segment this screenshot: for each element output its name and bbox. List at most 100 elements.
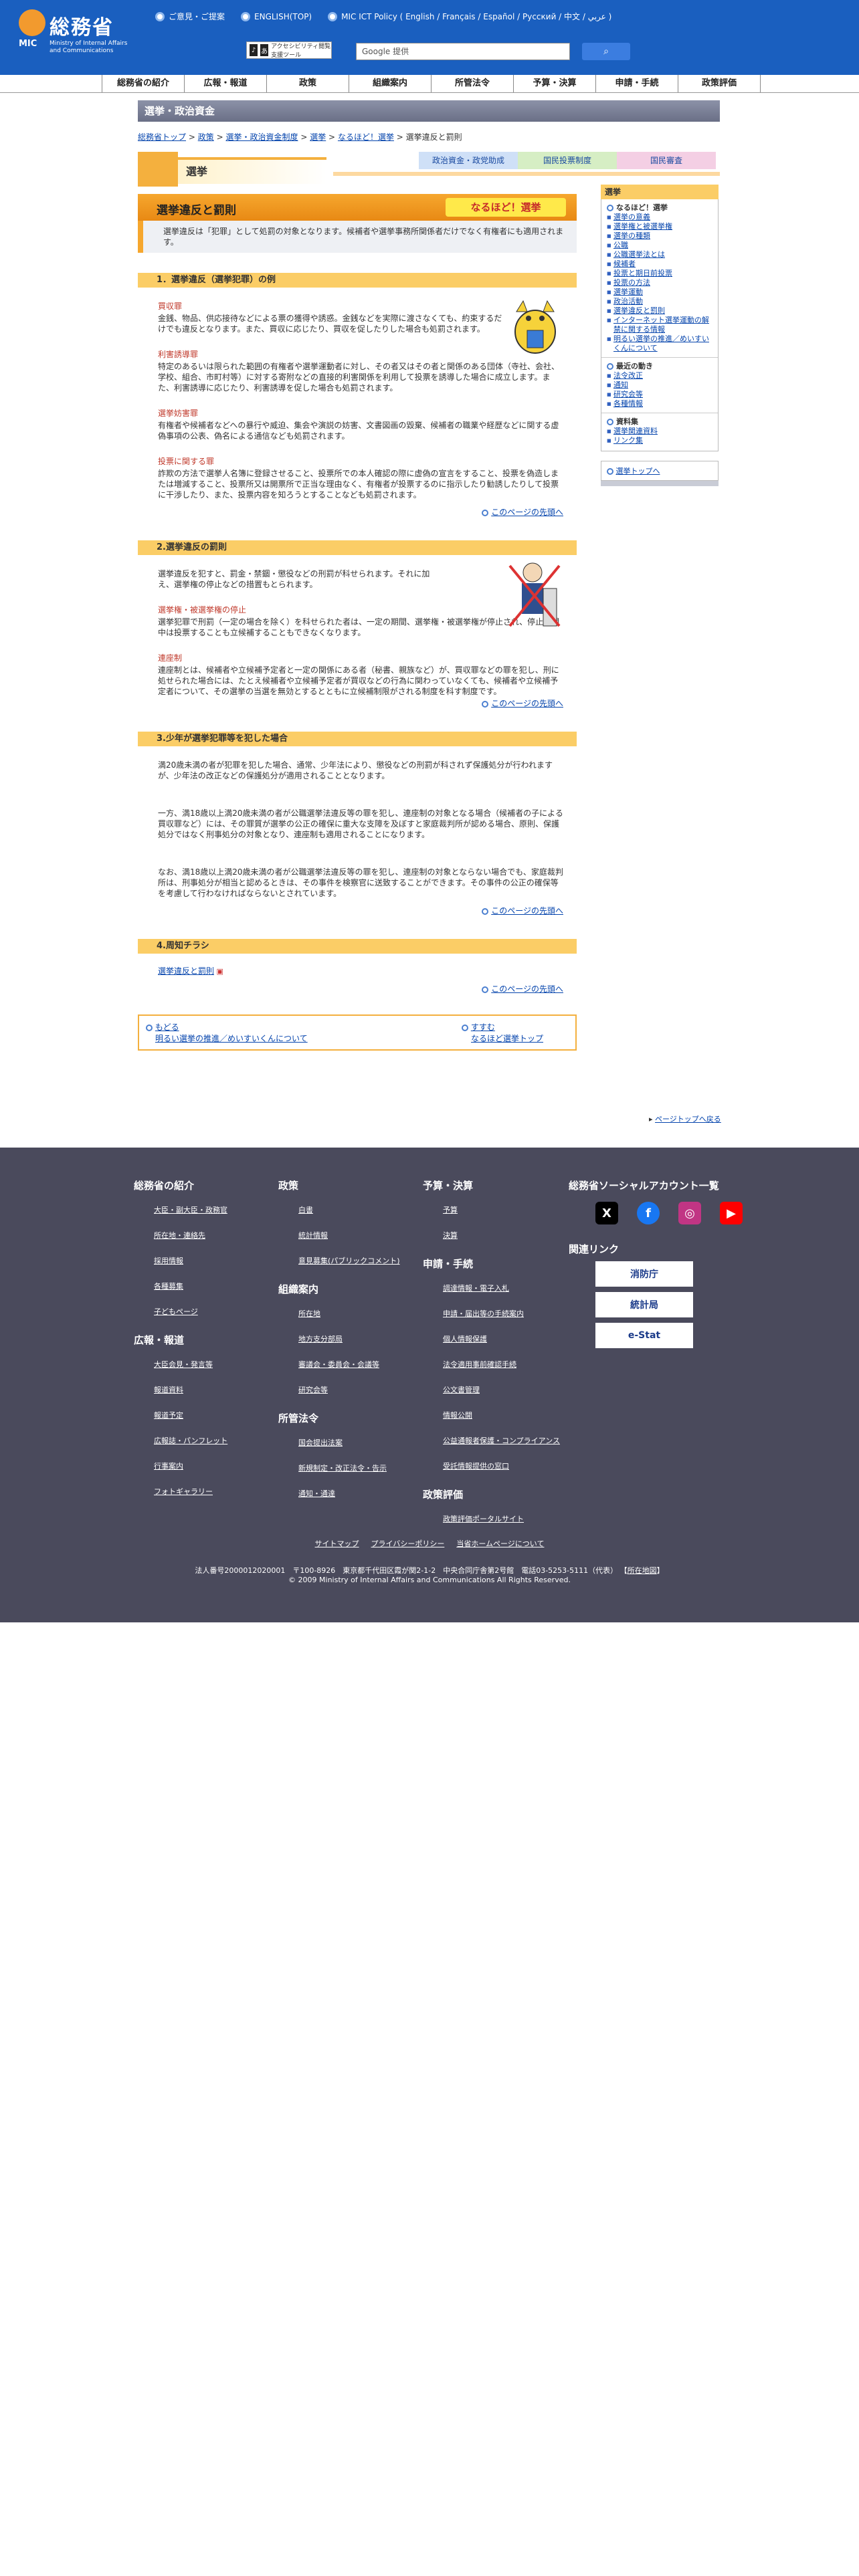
footer-link[interactable]: 報道資料 [154,1384,227,1395]
pagetop-link[interactable]: このページの先頭へ [158,507,563,518]
nav-item-evaluation[interactable]: 政策評価 [678,75,761,92]
footer-link[interactable]: 公文書管理 [443,1384,560,1395]
sidebar-item[interactable]: 選挙の意義 [607,213,712,222]
nav-item-about[interactable]: 総務省の紹介 [102,75,184,92]
footer-link[interactable]: 国会提出法案 [298,1437,400,1448]
sidebar-item[interactable]: 法令改正 [607,371,712,381]
facebook-icon[interactable]: f [637,1202,660,1224]
tab-referendum[interactable]: 国民投票制度 [518,152,617,169]
footer-link[interactable]: 各種募集 [154,1281,227,1291]
footer-link[interactable]: 受託情報提供の窓口 [443,1461,560,1471]
sidebar-item[interactable]: 研究会等 [607,390,712,399]
footer-link[interactable]: 広報誌・パンフレット [154,1435,227,1446]
footer-link[interactable]: 報道予定 [154,1410,227,1420]
youtube-icon[interactable]: ▶ [720,1202,743,1224]
sidebar-item[interactable]: 選挙関連資料 [607,427,712,436]
search-button[interactable]: ⌕ [582,43,630,60]
related-link-stat[interactable]: 統計局 [595,1292,693,1317]
prev-page-link[interactable]: 明るい選挙の推進／めいすいくんについて [155,1034,308,1043]
about-site-link[interactable]: 当省ホームページについて [456,1538,544,1549]
sidebar-item[interactable]: 明るい選挙の推進／めいすいくんについて [607,334,712,353]
next-nav[interactable]: すすむ なるほど選挙トップ [462,1021,569,1044]
footer-link[interactable]: 予算 [443,1204,560,1215]
header-link-english[interactable]: ENGLISH(TOP) [241,11,312,22]
breadcrumb-election-system[interactable]: 選挙・政治資金制度 [225,132,298,142]
footer-link[interactable]: 大臣・副大臣・政務官 [154,1204,227,1215]
related-link-fdma[interactable]: 消防庁 [595,1261,693,1287]
x-icon[interactable]: X [595,1202,618,1224]
site-logo[interactable]: 総務省 MIC Ministry of Internal Affairs and… [16,8,143,55]
accessibility-tools-button[interactable]: ♪ あ アクセシビリティ閲覧支援ツール [246,41,332,59]
nav-item-laws[interactable]: 所管法令 [431,75,513,92]
nav-item-pr[interactable]: 広報・報道 [184,75,266,92]
nav-item-organization[interactable]: 組織案内 [349,75,431,92]
footer-link[interactable]: 情報公開 [443,1410,560,1420]
breadcrumb-election[interactable]: 選挙 [310,132,326,142]
nav-item-budget[interactable]: 予算・決算 [513,75,595,92]
nav-item-policy[interactable]: 政策 [266,75,349,92]
tab-political-funds[interactable]: 政治資金・政党助成 [419,152,518,169]
sidebar-bottom-bar [601,481,719,486]
pagetop-link[interactable]: このページの先頭へ [158,905,563,916]
prev-nav[interactable]: もどる 明るい選挙の推進／めいすいくんについて [146,1021,347,1044]
footer-link[interactable]: 個人情報保護 [443,1333,560,1344]
footer-link[interactable]: 採用情報 [154,1255,227,1266]
footer-link[interactable]: 統計情報 [298,1230,400,1241]
pagetop-link[interactable]: このページの先頭へ [158,984,563,994]
sidebar-item[interactable]: 各種情報 [607,399,712,409]
footer-link[interactable]: 意見募集(パブリックコメント) [298,1255,400,1266]
footer-link[interactable]: 地方支分部局 [298,1333,400,1344]
sidebar-item[interactable]: 選挙の種類 [607,231,712,241]
section-heading-2: 2.選挙違反の罰則 [138,540,577,555]
sidebar-item[interactable]: 候補者 [607,259,712,269]
breadcrumb-naruhodo[interactable]: なるほど！選挙 [338,132,394,142]
footer-link[interactable]: 新規制定・改正法令・告示 [298,1463,400,1473]
nav-item-procedures[interactable]: 申請・手続 [595,75,678,92]
sidebar-item[interactable]: インターネット選挙運動の解禁に関する情報 [607,316,712,334]
flyer-pdf-link[interactable]: 選挙違反と罰則 [158,966,214,976]
breadcrumb-home[interactable]: 総務省トップ [138,132,186,142]
map-link[interactable]: 所在地図 [628,1566,657,1575]
search-input[interactable]: Google 提供 [356,43,570,60]
sidebar-item[interactable]: 投票の方法 [607,278,712,288]
footer-link[interactable]: 審議会・委員会・会議等 [298,1359,400,1370]
breadcrumb-policy[interactable]: 政策 [198,132,214,142]
footer-link[interactable]: 通知・通達 [298,1488,400,1499]
sidebar-item[interactable]: 公職選挙法とは [607,250,712,259]
sidebar-item[interactable]: 公職 [607,241,712,250]
related-link-estat[interactable]: e-Stat [595,1323,693,1348]
footer-link[interactable]: 大臣会見・発言等 [154,1359,227,1370]
footer-link[interactable]: フォトギャラリー [154,1486,227,1497]
sidebar-item[interactable]: 投票と期日前投票 [607,269,712,278]
sidebar-item[interactable]: 選挙権と被選挙権 [607,222,712,231]
header-link-ict-policy[interactable]: MIC ICT Policy ( English / Français / Es… [328,11,611,22]
footer-link[interactable]: 研究会等 [298,1384,400,1395]
footer-link[interactable]: 所在地 [298,1308,400,1319]
privacy-link[interactable]: プライバシーポリシー [371,1538,445,1549]
footer-link[interactable]: 法令適用事前確認手続 [443,1359,560,1370]
footer-link[interactable]: 公益通報者保護・コンプライアンス [443,1435,560,1446]
sidebar-item[interactable]: 政治活動 [607,297,712,306]
footer-link[interactable]: 決算 [443,1230,560,1241]
footer-link[interactable]: 政策評価ポータルサイト [443,1513,560,1524]
tab-national-review[interactable]: 国民審査 [617,152,716,169]
instagram-icon[interactable]: ◎ [678,1202,701,1224]
sidebar-item[interactable]: リンク集 [607,436,712,445]
footer-link[interactable]: 所在地・連絡先 [154,1230,227,1241]
intro-text: 選挙違反は「犯罪」として処罰の対象となります。候補者や選挙事務所関係者だけでなく… [138,221,577,253]
sidebar-item[interactable]: 選挙違反と罰則 [607,306,712,316]
footer-link[interactable]: 行事案内 [154,1461,227,1471]
sidebar-item[interactable]: 通知 [607,381,712,390]
footer-link[interactable]: 白書 [298,1204,400,1215]
header-link-feedback[interactable]: ご意見・ご提案 [155,11,225,22]
footer-link[interactable]: 調達情報・電子入札 [443,1283,560,1293]
next-page-link[interactable]: なるほど選挙トップ [471,1034,543,1043]
footer-link[interactable]: 申請・届出等の手続案内 [443,1308,560,1319]
footer-link[interactable]: 子どもページ [154,1306,227,1317]
radio-icon [328,11,338,21]
page-top-link[interactable]: ▸ ページトップへ戻る [649,1113,721,1124]
pagetop-link[interactable]: このページの先頭へ [158,698,563,709]
sidebar-election-top[interactable]: 選挙トップへ [601,461,719,481]
sitemap-link[interactable]: サイトマップ [315,1538,359,1549]
sidebar-item[interactable]: 選挙運動 [607,288,712,297]
